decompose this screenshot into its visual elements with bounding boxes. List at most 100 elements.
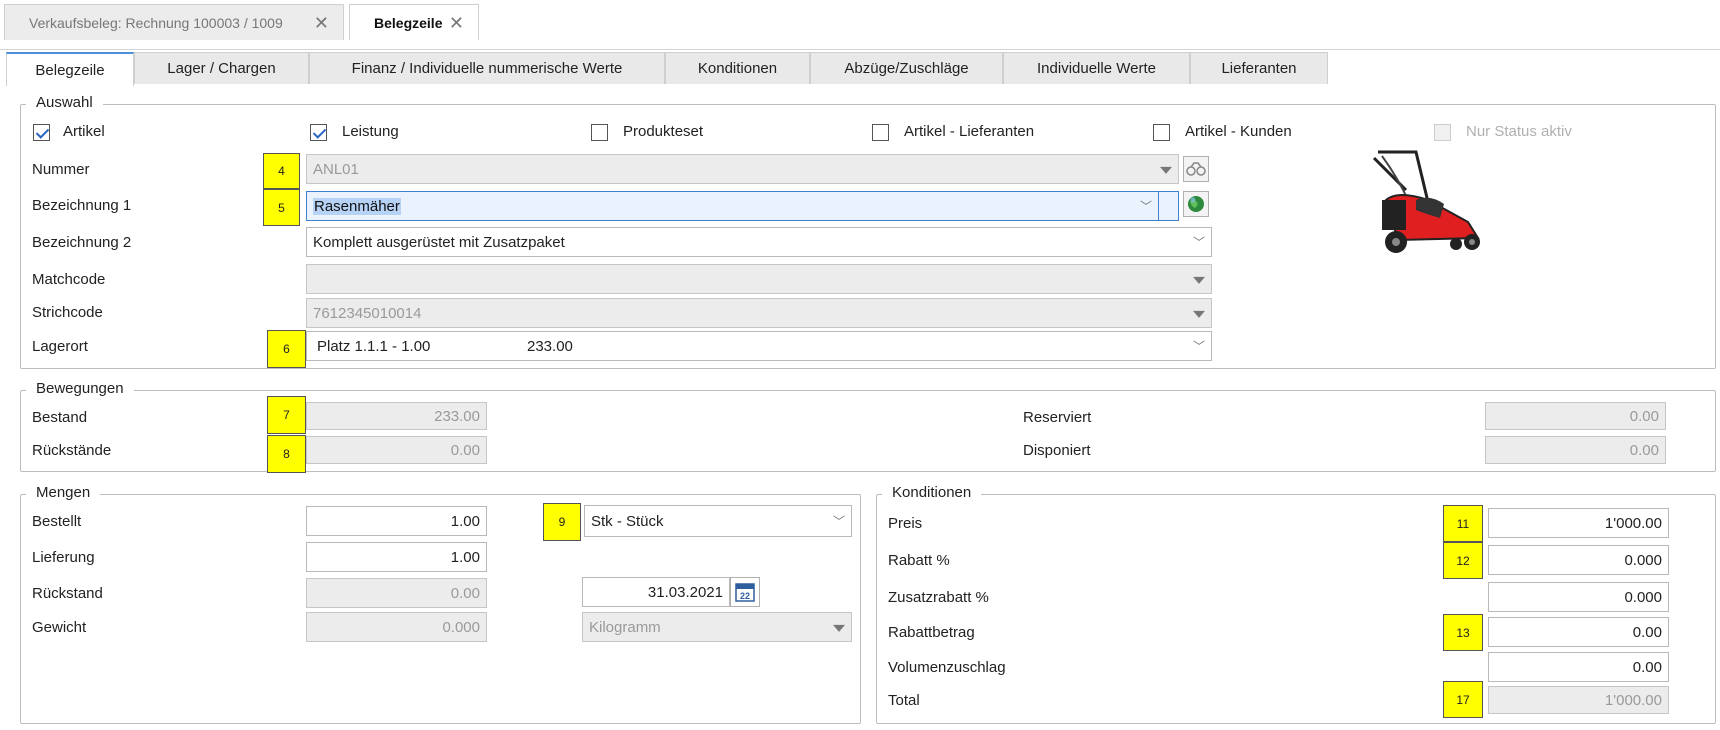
badge-6: 6 — [267, 330, 306, 368]
tab-lager-chargen[interactable]: Lager / Chargen — [134, 52, 309, 84]
preis-value: 1'000.00 — [1604, 514, 1662, 532]
produkteset-checkbox-label: Produkteset — [623, 123, 704, 140]
zusatzrabatt-label: Zusatzrabatt % — [888, 589, 989, 606]
rueckstaende-field: 0.00 — [306, 436, 487, 464]
calendar-icon[interactable]: 22 — [730, 577, 760, 607]
mengen-title: Mengen — [26, 484, 101, 501]
tab-finanz[interactable]: Finanz / Individuelle nummerische Werte — [309, 52, 665, 84]
rabatt-label: Rabatt % — [888, 552, 950, 569]
chevron-down-icon[interactable]: ﹀ — [1193, 234, 1205, 251]
globe-icon[interactable] — [1183, 191, 1209, 217]
reserviert-label: Reserviert — [1023, 409, 1092, 426]
auswahl-title: Auswahl — [26, 94, 103, 111]
chevron-down-icon[interactable]: ﹀ — [1193, 338, 1205, 355]
chevron-down-icon[interactable]: ﹀ — [833, 513, 845, 530]
disponiert-field: 0.00 — [1485, 436, 1666, 464]
tab-lieferanten[interactable]: Lieferanten — [1190, 52, 1328, 84]
tab-label: Belegzeile — [35, 61, 105, 79]
close-icon[interactable]: ✕ — [314, 13, 329, 34]
total-value: 1'000.00 — [1604, 691, 1662, 709]
preis-label: Preis — [888, 515, 923, 532]
zusatzrabatt-field[interactable]: 0.000 — [1488, 582, 1669, 612]
einheit-value: Stk - Stück — [591, 512, 664, 530]
tab-label: Konditionen — [697, 60, 778, 77]
doc-tab-label: Verkaufsbeleg: Rechnung 100003 / 1009 — [29, 14, 283, 31]
lawn-mower-icon — [1372, 150, 1480, 253]
lagerort-field[interactable]: Platz 1.1.1 - 1.00 233.00 ﹀ — [306, 331, 1212, 361]
rabatt-value: 0.000 — [1624, 551, 1662, 569]
nummer-field[interactable]: ANL01 — [306, 154, 1179, 184]
rabattbetrag-field[interactable]: 0.00 — [1488, 617, 1669, 647]
badge-9: 9 — [543, 503, 581, 541]
bezeichnung1-label: Bezeichnung 1 — [32, 197, 132, 214]
badge-13: 13 — [1443, 614, 1483, 651]
tab-label: Finanz / Individuelle nummerische Werte — [351, 60, 623, 77]
tab-konditionen[interactable]: Konditionen — [665, 52, 810, 84]
preis-field[interactable]: 1'000.00 — [1488, 508, 1669, 538]
lieferung-label: Lieferung — [32, 549, 95, 566]
rabattbetrag-value: 0.00 — [1632, 623, 1662, 641]
rabatt-field[interactable]: 0.000 — [1488, 545, 1669, 575]
konditionen-title: Konditionen — [882, 484, 982, 501]
chevron-down-icon[interactable]: ﹀ — [1140, 198, 1152, 215]
disponiert-label: Disponiert — [1023, 442, 1091, 459]
tab-abzuege-zuschlaege[interactable]: Abzüge/Zuschläge — [810, 52, 1003, 84]
lieferung-field[interactable]: 1.00 — [306, 542, 487, 572]
dropdown-arrow-icon — [1193, 310, 1205, 318]
tab-label: Individuelle Werte — [1037, 60, 1156, 77]
strichcode-field[interactable]: 7612345010014 — [306, 298, 1212, 328]
bezeichnung2-field[interactable]: Komplett ausgerüstet mit Zusatzpaket ﹀ — [306, 227, 1212, 257]
nur-status-aktiv-checkbox[interactable] — [1434, 124, 1451, 141]
matchcode-field[interactable] — [306, 264, 1212, 294]
badge-11: 11 — [1443, 505, 1483, 542]
produkteset-checkbox[interactable] — [591, 124, 608, 141]
rabattbetrag-label: Rabattbetrag — [888, 624, 975, 641]
reserviert-field: 0.00 — [1485, 402, 1666, 430]
lagerort-label: Lagerort — [32, 338, 88, 355]
strichcode-value: 7612345010014 — [313, 304, 422, 322]
tab-label: Abzüge/Zuschläge — [844, 60, 969, 77]
tab-belegzeile[interactable]: Belegzeile — [6, 52, 134, 86]
dropdown-arrow-icon — [1193, 276, 1205, 284]
nummer-value: ANL01 — [313, 160, 359, 178]
lagerort-quantity: 233.00 — [527, 337, 573, 355]
calendar-day: 22 — [740, 591, 750, 601]
doc-tab-verkaufsbeleg[interactable]: Verkaufsbeleg: Rechnung 100003 / 1009 ✕ — [4, 4, 344, 40]
datum-value: 31.03.2021 — [647, 583, 723, 601]
tab-divider — [0, 49, 1720, 50]
reserviert-value: 0.00 — [1629, 407, 1659, 425]
matchcode-label: Matchcode — [32, 271, 106, 288]
article-image — [1368, 150, 1498, 260]
volumenzuschlag-value: 0.00 — [1632, 658, 1662, 676]
badge-4: 4 — [263, 153, 300, 189]
bezeichnung1-field[interactable]: Rasenmäher ﹀ — [306, 191, 1179, 221]
artikel-kunden-checkbox[interactable] — [1153, 124, 1170, 141]
rueckstand-label: Rückstand — [32, 585, 103, 602]
artikel-checkbox-label: Artikel — [63, 123, 105, 140]
bezeichnung2-value: Komplett ausgerüstet mit Zusatzpaket — [313, 233, 565, 251]
artikel-checkbox[interactable] — [33, 124, 50, 141]
rueckstand-field: 0.00 — [306, 578, 487, 608]
badge-8: 8 — [267, 435, 306, 473]
einheit-dropdown[interactable]: Stk - Stück ﹀ — [584, 505, 852, 537]
volumenzuschlag-field[interactable]: 0.00 — [1488, 652, 1669, 682]
badge-5: 5 — [263, 189, 300, 226]
tab-label: Lager / Chargen — [167, 60, 276, 77]
binoculars-icon[interactable] — [1183, 156, 1209, 182]
dropdown-arrow-icon — [833, 624, 845, 632]
gewicht-label: Gewicht — [32, 619, 87, 636]
badge-17: 17 — [1443, 681, 1483, 718]
gewicht-einheit-dropdown[interactable]: Kilogramm — [582, 612, 852, 642]
close-icon[interactable]: ✕ — [449, 13, 464, 34]
dropdown-arrow-icon — [1160, 166, 1172, 174]
artikel-lieferanten-checkbox[interactable] — [872, 124, 889, 141]
strichcode-label: Strichcode — [32, 304, 103, 321]
field-divider — [1158, 191, 1159, 221]
doc-tab-belegzeile[interactable]: Belegzeile ✕ — [349, 4, 479, 40]
datum-field[interactable]: 31.03.2021 — [582, 577, 730, 607]
tab-individuelle-werte[interactable]: Individuelle Werte — [1003, 52, 1190, 84]
bestellt-field[interactable]: 1.00 — [306, 506, 487, 536]
lieferung-value: 1.00 — [450, 548, 480, 566]
leistung-checkbox[interactable] — [310, 124, 327, 141]
badge-12: 12 — [1443, 542, 1483, 579]
